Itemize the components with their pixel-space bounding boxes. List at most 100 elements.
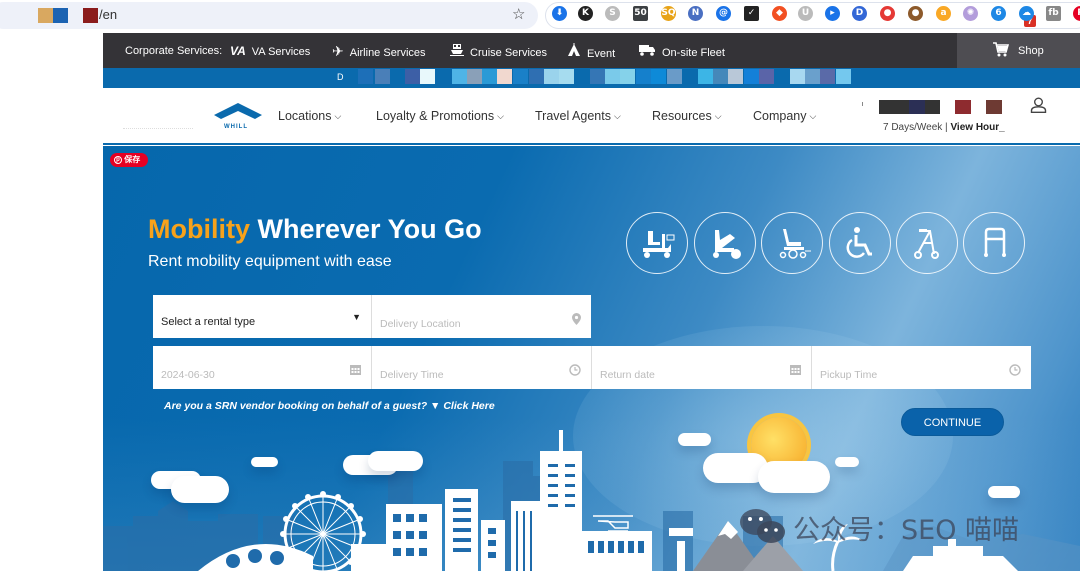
redacted-swatch <box>497 69 512 84</box>
equipment-rollator[interactable] <box>896 212 958 274</box>
equipment-wheelchair[interactable] <box>829 212 891 274</box>
equipment-power-wheelchair[interactable] <box>761 212 823 274</box>
redacted-swatch <box>405 69 420 84</box>
srn-vendor-link[interactable]: Are you a SRN vendor booking on behalf o… <box>164 400 495 412</box>
k-ext-icon[interactable]: K <box>578 6 593 21</box>
d-ext-icon[interactable]: D <box>852 6 867 21</box>
strip-letter: D <box>337 72 344 82</box>
delivery-date-input[interactable]: 2024-06-30 <box>153 346 372 389</box>
six-ext-icon[interactable]: 6 <box>991 6 1006 21</box>
corp-link-cruise-services[interactable]: Cruise Services <box>450 43 547 59</box>
redacted-swatch <box>820 69 835 84</box>
cart-icon <box>993 42 1010 60</box>
whill-logo-icon <box>214 103 262 119</box>
redacted-swatch <box>790 69 805 84</box>
rental-type-select[interactable]: Select a rental type ▼ <box>153 295 372 338</box>
clock-icon <box>569 364 581 379</box>
at-ext-icon[interactable]: @ <box>716 6 731 21</box>
equipment-mobility-scooter[interactable] <box>626 212 688 274</box>
delivery-date-placeholder: 2024-06-30 <box>161 369 215 381</box>
logo-tagline-redacted <box>123 128 193 129</box>
equipment-walker[interactable] <box>963 212 1025 274</box>
fox-ext-icon[interactable]: ◆ <box>772 6 787 21</box>
wechat-icon <box>738 506 788 551</box>
pokeball-ext-icon[interactable]: ● <box>880 6 895 21</box>
hours-text: 7 Days/Week | <box>883 122 951 133</box>
redacted-swatch <box>636 69 651 84</box>
play-ext-icon[interactable]: ▸ <box>825 6 840 21</box>
ship-icon <box>450 43 464 59</box>
corp-link-label: VA Services <box>251 46 311 58</box>
nav-item-locations[interactable]: Locations ⌵ <box>278 109 341 123</box>
redacted-swatch <box>759 69 774 84</box>
nav-item-loyalty-promotions[interactable]: Loyalty & Promotions ⌵ <box>376 109 504 123</box>
nav-item-company[interactable]: Company ⌵ <box>753 109 816 123</box>
equipment-folding-power-chair[interactable] <box>694 212 756 274</box>
corp-link-onsite-fleet[interactable]: On-site Fleet <box>639 44 725 59</box>
pickup-time-placeholder: Pickup Time <box>820 369 878 381</box>
cloud <box>368 451 423 471</box>
nav-item-travel-agents[interactable]: Travel Agents ⌵ <box>535 109 621 123</box>
user-account-icon[interactable] <box>1030 97 1047 118</box>
continue-button[interactable]: CONTINUE <box>901 408 1004 436</box>
redacted-swatch <box>590 69 605 84</box>
pickup-time-input[interactable]: Pickup Time <box>812 346 1031 389</box>
address-bar[interactable]: ⋮ <box>0 2 538 29</box>
url-text[interactable]: /en <box>99 7 117 22</box>
folding-power-chair-icon <box>713 230 741 259</box>
walker-icon <box>984 227 1006 257</box>
redacted-swatch <box>744 69 759 84</box>
corp-link-va-services[interactable]: VA VA Services <box>230 44 310 58</box>
check-ext-icon[interactable]: ✓ <box>744 6 759 21</box>
redacted-swatch <box>605 69 620 84</box>
a-ext-icon[interactable]: a <box>936 6 951 21</box>
return-date-input[interactable]: Return date <box>592 346 812 389</box>
redacted-swatch <box>805 69 820 84</box>
chevron-down-icon: ⌵ <box>334 111 342 121</box>
delivery-location-input[interactable]: Delivery Location <box>372 295 591 338</box>
redacted-swatch <box>728 69 743 84</box>
redacted-phone <box>925 100 940 114</box>
hero-title-accent: Mobility <box>148 214 250 244</box>
redacted-swatch <box>513 69 528 84</box>
corporate-services-label: Corporate Services: <box>125 45 223 57</box>
bookmark-star-icon[interactable]: ☆ <box>512 5 525 23</box>
cloud <box>251 457 278 467</box>
truck-icon <box>639 44 656 59</box>
hero-title-rest: Wherever You Go <box>250 214 482 244</box>
nav-item-resources[interactable]: Resources ⌵ <box>652 109 722 123</box>
hero-title: Mobility Wherever You Go <box>148 214 482 245</box>
return-date-placeholder: Return date <box>600 369 655 381</box>
cookie-ext-icon[interactable]: ● <box>908 6 923 21</box>
redacted-swatch <box>651 69 666 84</box>
cloud <box>171 476 229 503</box>
seo-ext-icon[interactable]: 50 <box>633 6 648 21</box>
rental-type-value: Select a rental type <box>161 316 256 328</box>
power-wheelchair-icon <box>779 229 811 259</box>
calendar-icon <box>350 364 361 378</box>
seoquake-ext-icon[interactable]: SQ <box>661 6 676 21</box>
s-ext-icon[interactable]: S <box>605 6 620 21</box>
corp-link-label: Cruise Services <box>470 47 548 59</box>
va-logo-icon: VA <box>230 44 246 58</box>
hero-subtitle: Rent mobility equipment with ease <box>148 253 392 270</box>
pinterest-save-button[interactable]: p 保存 <box>110 153 148 167</box>
cloud-ext-icon[interactable]: ☁ <box>1019 6 1034 21</box>
corp-link-label: On-site Fleet <box>662 47 725 59</box>
ne-ext-icon[interactable]: N <box>688 6 703 21</box>
chevron-down-icon: ⌵ <box>613 111 621 121</box>
fb-ext-icon[interactable]: fb <box>1046 6 1061 21</box>
corp-link-event[interactable]: Event <box>567 43 615 60</box>
redacted-swatch <box>544 69 559 84</box>
chevron-down-icon: ⌵ <box>714 111 722 121</box>
download-ext-icon[interactable]: ⬇ <box>552 6 567 21</box>
corp-link-label: Airline Services <box>349 47 426 59</box>
view-hours-link[interactable]: View Hour_ <box>950 122 1004 133</box>
u-ext-icon[interactable]: U <box>798 6 813 21</box>
pin-label: 保存 <box>124 155 141 164</box>
nav-item-label: Travel Agents <box>535 109 611 123</box>
redacted-swatch <box>482 69 497 84</box>
corp-link-airline-services[interactable]: ✈ Airline Services <box>332 43 426 60</box>
delivery-time-input[interactable]: Delivery Time <box>372 346 592 389</box>
openai-ext-icon[interactable]: ✺ <box>963 6 978 21</box>
